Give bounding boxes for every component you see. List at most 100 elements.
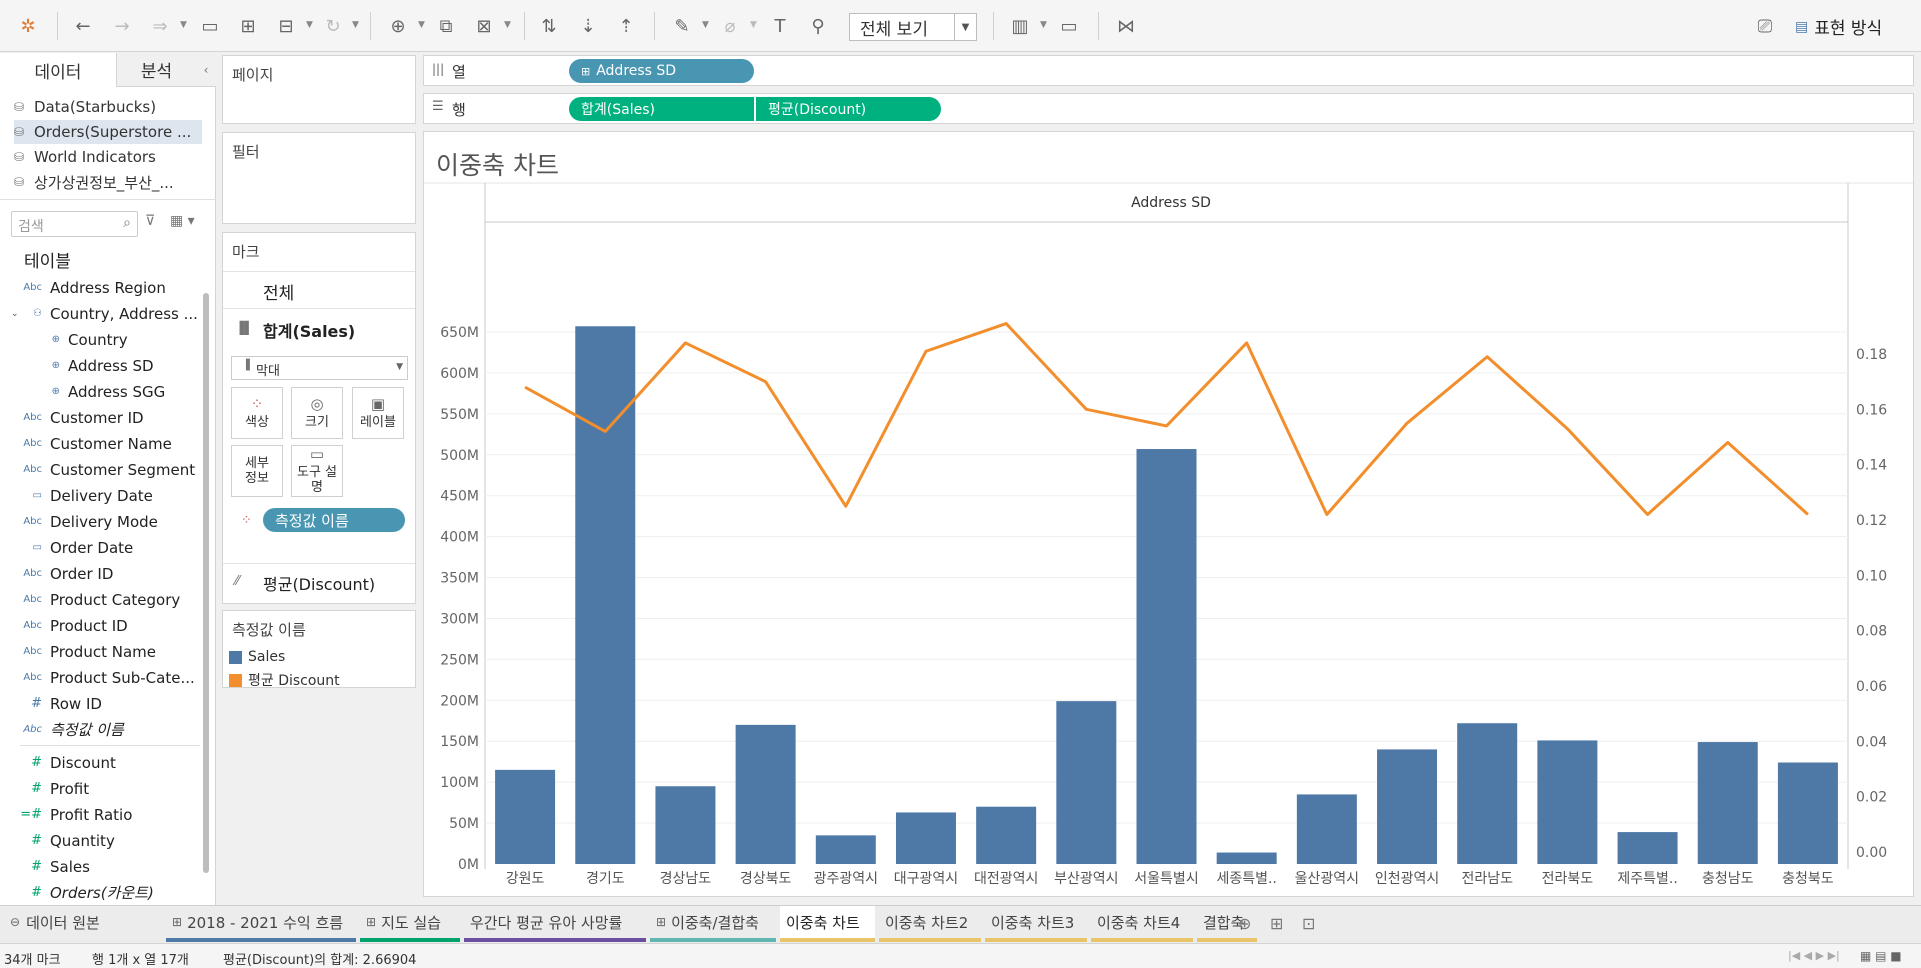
sheet-tab[interactable]: 이중축 차트4	[1091, 906, 1193, 942]
marks-all-label[interactable]: 전체	[263, 279, 294, 304]
field-list-scrollbar[interactable]	[203, 293, 209, 873]
datasource-item[interactable]: ⛁ Orders(Superstore ...	[14, 120, 202, 144]
rows-pill-sum-sales[interactable]: 합계(Sales)	[569, 97, 754, 121]
dimension-field[interactable]: Abc Address Region	[0, 275, 200, 300]
new-story-tab-icon[interactable]: ⊡	[1302, 914, 1315, 933]
tooltip-button[interactable]: ▭ 도구 설명	[291, 445, 343, 497]
fit-select[interactable]: 전체 보기 ▼	[849, 13, 977, 41]
dimension-field[interactable]: ▭ Delivery Date	[0, 483, 200, 508]
sales-bar[interactable]	[1697, 742, 1758, 864]
swap-icon[interactable]: ⇅	[537, 14, 561, 38]
measure-names-pill[interactable]: 측정값 이름	[263, 508, 405, 532]
columns-pill-address-sd[interactable]: ⊞ Address SD	[569, 59, 754, 83]
new-worksheet-caret-icon[interactable]: ▼	[418, 20, 425, 30]
dimension-field[interactable]: Abc Product ID	[0, 613, 200, 638]
sales-bar[interactable]	[1136, 449, 1197, 864]
clear-sheet-icon[interactable]: ⊠	[472, 14, 496, 38]
sheet-tab[interactable]: 이중축 차트	[780, 906, 875, 942]
sales-bar[interactable]	[815, 835, 876, 864]
dimension-field[interactable]: Abc 측정값 이름	[0, 717, 200, 742]
chevron-down-icon[interactable]: ▼	[954, 14, 976, 40]
columns-shelf[interactable]: ||| 열 ⊞ Address SD	[423, 55, 1914, 86]
mark-type-select[interactable]: ▐ 막대 ▼	[231, 356, 408, 380]
navigation-icon[interactable]: |◀ ◀ ▶ ▶|	[1788, 949, 1840, 962]
measure-field[interactable]: # Quantity	[0, 828, 200, 853]
dimension-field[interactable]: ⊕ Address SGG	[0, 379, 200, 404]
sheet-tab[interactable]: 이중축 차트2	[879, 906, 981, 942]
datasource-item[interactable]: ⛁ World Indicators	[14, 145, 202, 169]
color-button[interactable]: ⁘ 색상	[231, 387, 283, 439]
new-datasource-icon[interactable]: ⊞	[236, 14, 260, 38]
datasource-item[interactable]: ⛁ 상가상권정보_부산_...	[14, 170, 202, 194]
datasource-item[interactable]: ⛁ Data(Starbucks)	[14, 95, 202, 119]
tab-datasource[interactable]: ⊖ 데이터 원본	[4, 906, 106, 942]
group-icon[interactable]: ⌀	[718, 14, 742, 38]
dimension-field[interactable]: ⊕ Address SD	[0, 353, 200, 378]
sales-bar[interactable]	[1296, 794, 1357, 864]
measure-field[interactable]: # Sales	[0, 854, 200, 879]
fix-axes-icon[interactable]: ⚲	[806, 14, 830, 38]
dimension-field[interactable]: Abc Delivery Mode	[0, 509, 200, 534]
measure-field[interactable]: =# Profit Ratio	[0, 802, 200, 827]
label-button[interactable]: ▣ 레이블	[352, 387, 404, 439]
dimension-field[interactable]: # Row ID	[0, 691, 200, 716]
legend-item[interactable]: 평균 Discount	[229, 670, 340, 690]
sales-bar[interactable]	[976, 806, 1037, 864]
sales-bar[interactable]	[1377, 749, 1438, 864]
sales-bar[interactable]	[1216, 852, 1277, 864]
sales-bar[interactable]	[1056, 701, 1117, 864]
clear-caret-icon[interactable]: ▼	[504, 20, 511, 30]
dimension-field[interactable]: ⊕ Country	[0, 327, 200, 352]
rows-shelf[interactable]: ☰ 행 합계(Sales) 평균(Discount)	[423, 93, 1914, 124]
show-cards-caret-icon[interactable]: ▼	[1040, 20, 1047, 30]
new-dashboard-tab-icon[interactable]: ⊞	[1270, 914, 1283, 933]
dimension-field[interactable]: ▭ Order Date	[0, 535, 200, 560]
collapse-pane-icon[interactable]: ‹	[196, 53, 216, 87]
view-options-icon[interactable]: ▦ ▾	[170, 213, 195, 229]
sales-bar[interactable]	[895, 812, 956, 864]
dimension-field[interactable]: Abc Product Name	[0, 639, 200, 664]
detail-button[interactable]: 세부 정보	[231, 445, 283, 497]
duplicate-icon[interactable]: ⧉	[434, 14, 458, 38]
dimension-field[interactable]: Abc Order ID	[0, 561, 200, 586]
group-caret-icon[interactable]: ▼	[750, 20, 757, 30]
sales-bar[interactable]	[1537, 740, 1598, 864]
view-mode-icon[interactable]: ▦ ▤ ■	[1860, 949, 1902, 963]
rows-pill-avg-discount[interactable]: 평균(Discount)	[756, 97, 941, 121]
measure-field[interactable]: # Orders(카운트)	[0, 880, 200, 905]
undo-icon[interactable]: ←	[71, 14, 95, 38]
dimension-field[interactable]: Abc Customer ID	[0, 405, 200, 430]
marks-sales-label[interactable]: 합계(Sales)	[263, 318, 355, 342]
size-button[interactable]: ◎ 크기	[291, 387, 343, 439]
replay-caret-icon[interactable]: ▼	[180, 20, 187, 30]
replay-icon[interactable]: ⇒	[148, 14, 172, 38]
refresh-icon[interactable]: ↻	[321, 14, 345, 38]
tableau-logo-icon[interactable]: ✲	[16, 14, 40, 38]
sales-bar[interactable]	[1617, 832, 1678, 864]
filter-icon[interactable]: ⊽	[145, 213, 155, 229]
dimension-field[interactable]: Abc Customer Segment	[0, 457, 200, 482]
format-painter-icon[interactable]: ⎚	[1753, 14, 1777, 38]
sales-bar[interactable]	[735, 724, 796, 864]
sales-bar[interactable]	[655, 786, 716, 864]
tab-data[interactable]: 데이터	[0, 53, 116, 87]
labels-icon[interactable]: T	[768, 14, 792, 38]
measure-field[interactable]: # Discount	[0, 750, 200, 775]
pause-caret-icon[interactable]: ▼	[306, 20, 313, 30]
dimension-field[interactable]: Abc Customer Name	[0, 431, 200, 456]
dimension-field[interactable]: ⌄ ⚇ Country, Address ...	[0, 301, 200, 326]
dimension-field[interactable]: Abc Product Category	[0, 587, 200, 612]
sales-bar[interactable]	[1777, 762, 1838, 864]
sheet-tab[interactable]: ⊞ 지도 실습	[360, 906, 460, 942]
sales-bar[interactable]	[1457, 723, 1518, 864]
marks-discount-label[interactable]: 평균(Discount)	[263, 571, 375, 595]
sort-descending-icon[interactable]: ⇡	[614, 14, 638, 38]
sheet-tab[interactable]: ⊞ 이중축/결합축	[650, 906, 776, 942]
new-worksheet-icon[interactable]: ⊕	[386, 14, 410, 38]
share-icon[interactable]: ⋈	[1114, 14, 1138, 38]
sheet-tab[interactable]: 우간다 평균 유아 사망률	[464, 906, 646, 942]
highlight-caret-icon[interactable]: ▼	[702, 20, 709, 30]
pause-update-icon[interactable]: ⊟	[274, 14, 298, 38]
show-me-button[interactable]: ▤ 표현 방식	[1795, 14, 1882, 40]
sheet-tab[interactable]: 이중축 차트3	[985, 906, 1087, 942]
